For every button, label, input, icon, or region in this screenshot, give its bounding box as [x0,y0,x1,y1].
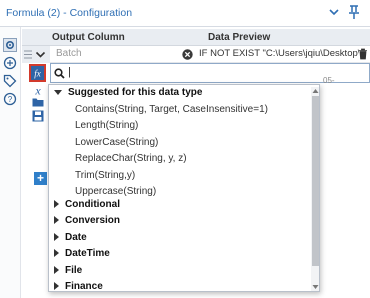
expand-down-icon [54,89,62,95]
expand-right-icon [54,200,59,209]
formula-row[interactable]: Batch IF NOT EXIST "C:\Users\jqiu\Deskto… [22,46,370,63]
expand-right-icon [54,282,59,291]
text-cursor: | [68,66,71,78]
category-date[interactable]: Date [54,232,87,246]
trash-icon[interactable] [358,48,368,60]
svg-text:fx: fx [34,69,41,79]
expand-right-icon [54,233,59,242]
category-label: File [65,265,83,276]
category-label: Conversion [65,215,121,226]
function-item[interactable]: Uppercase(String) [75,186,156,200]
function-item[interactable]: Contains(String, Target, CaseInsensitive… [75,104,268,118]
output-column-field[interactable]: Batch [52,46,194,62]
chevron-down-icon[interactable] [327,5,341,19]
category-label: DateTime [65,248,110,259]
scrollbar-thumb[interactable] [312,96,319,266]
fx-button[interactable]: fx [29,64,46,82]
output-column-header: Output Column [52,32,125,43]
expression-editor[interactable]: | [50,63,370,83]
left-toolbar: ? [0,27,21,298]
function-item[interactable]: Length(String) [75,120,138,134]
collapse-chevron-icon[interactable] [35,50,46,60]
category-conditional[interactable]: Conditional [54,199,120,213]
data-preview-header: Data Preview [208,32,271,43]
folder-icon[interactable] [32,97,44,107]
pin-icon[interactable] [347,4,361,20]
help-icon[interactable]: ? [3,92,17,106]
plus-icon: + [36,171,44,185]
save-icon[interactable] [32,110,44,122]
scroll-down-icon[interactable] [312,284,319,290]
category-datetime[interactable]: DateTime [54,248,110,262]
expand-right-icon [54,266,59,275]
gear-icon[interactable] [3,38,17,52]
category-conversion[interactable]: Conversion [54,215,120,229]
category-suggested[interactable]: Suggested for this data type [54,87,202,101]
search-icon [54,68,65,79]
function-item[interactable]: Trim(String,y) [75,170,135,184]
category-finance[interactable]: Finance [54,281,103,292]
category-label: Finance [65,281,103,292]
svg-text:?: ? [8,95,13,104]
category-label: Date [65,232,87,243]
clear-x-icon[interactable] [182,49,193,60]
variable-x-icon[interactable]: x [32,84,44,96]
editor-overflow-text: 05- [323,76,335,85]
svg-text:x: x [34,84,41,96]
expand-right-icon [54,249,59,258]
category-label: Suggested for this data type [68,87,203,98]
window-header: Formula (2) - Configuration [0,0,370,27]
window-title: Formula (2) - Configuration [6,7,133,19]
category-label: Conditional [65,199,120,210]
tag-icon[interactable] [3,74,17,88]
data-preview-value: IF NOT EXIST "C:\Users\jqiu\Desktop\03..… [199,48,359,59]
connection-icon[interactable] [3,56,17,70]
function-item[interactable]: LowerCase(String) [75,137,158,151]
function-item[interactable]: ReplaceChar(String, y, z) [75,153,187,167]
drag-handle-icon[interactable] [23,49,33,60]
fx-icon: fx [31,66,44,80]
category-file[interactable]: File [54,265,82,279]
add-formula-button[interactable]: + [34,172,47,185]
row-handle[interactable] [22,46,50,63]
dropdown-scrollbar[interactable] [311,87,319,291]
function-dropdown[interactable]: Suggested for this data type Contains(St… [48,84,320,292]
scroll-up-icon[interactable] [312,88,319,94]
column-header-row: Output Column Data Preview [22,29,370,46]
expand-right-icon [54,216,59,225]
